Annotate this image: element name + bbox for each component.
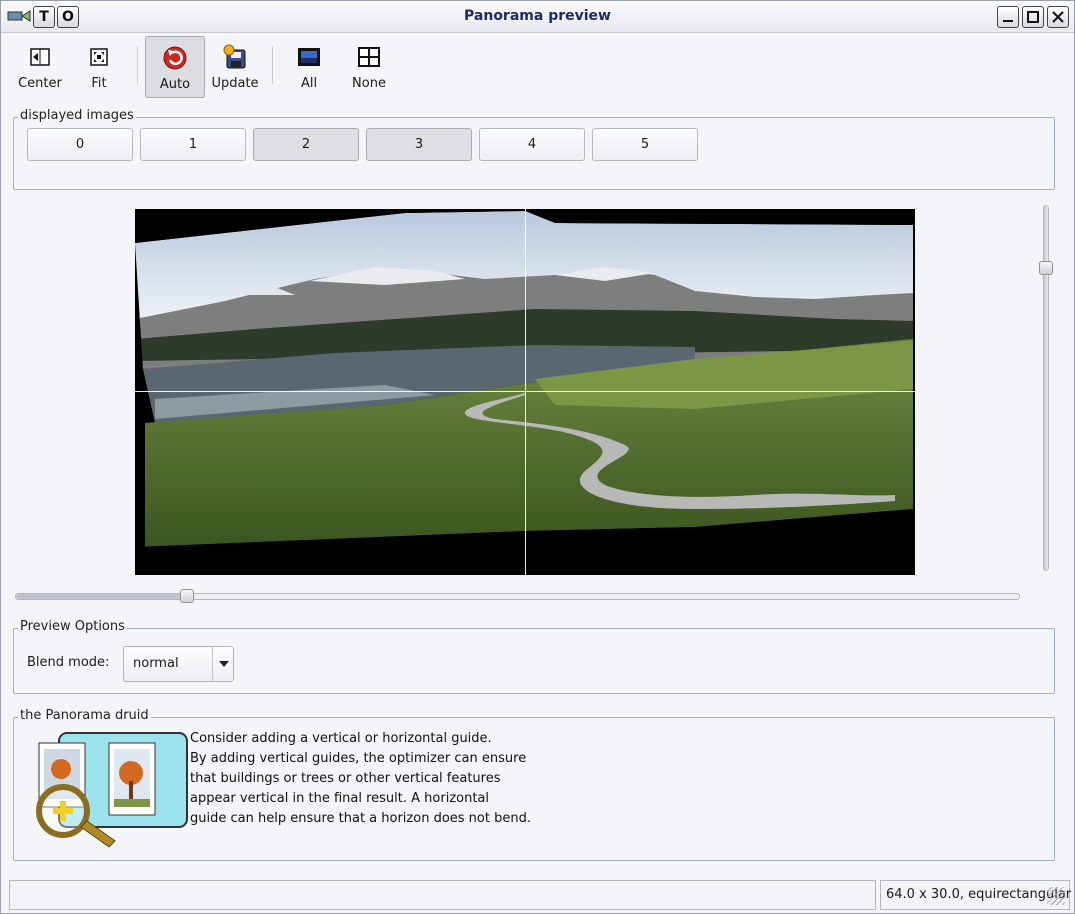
update-label: Update <box>211 76 259 91</box>
none-label: None <box>352 76 386 91</box>
horizontal-slider-handle[interactable] <box>180 589 194 603</box>
all-images-icon <box>298 48 320 66</box>
auto-refresh-icon <box>163 46 187 70</box>
druid-line: appear vertical in the final result. A h… <box>190 791 490 806</box>
auto-button[interactable]: Auto <box>145 36 205 98</box>
status-bar-left <box>9 880 876 910</box>
horizontal-slider-fill <box>16 594 187 599</box>
update-button[interactable]: Update <box>207 36 263 98</box>
fit-button[interactable]: Fit <box>73 36 125 98</box>
horizontal-slider[interactable] <box>15 589 1020 603</box>
druid-line: Consider adding a vertical or horizontal… <box>190 731 492 746</box>
toolbar-separator <box>272 46 273 84</box>
fit-icon <box>90 48 108 66</box>
druid-line: By adding vertical guides, the optimizer… <box>190 751 527 766</box>
blend-mode-value: normal <box>133 656 179 671</box>
maximize-icon <box>1027 11 1039 23</box>
horizontal-guide-line[interactable] <box>135 391 915 392</box>
vertical-slider-handle[interactable] <box>1039 261 1053 275</box>
status-bar-projection: 64.0 x 30.0, equirectangular <box>880 880 1072 910</box>
window-title: Panorama preview <box>464 8 611 24</box>
all-button[interactable]: All <box>283 36 335 98</box>
druid-line: that buildings or trees or other vertica… <box>190 771 501 786</box>
none-button[interactable]: None <box>341 36 397 98</box>
image-toggle-0[interactable]: 0 <box>27 128 133 161</box>
image-toggle-2[interactable]: 2 <box>253 128 359 161</box>
chevron-down-icon <box>219 661 229 667</box>
vertical-guide-line[interactable] <box>525 209 526 575</box>
all-label: All <box>300 76 318 91</box>
blend-mode-select[interactable]: normal <box>123 646 234 682</box>
maximize-button[interactable] <box>1022 6 1044 28</box>
close-button[interactable] <box>1047 6 1069 28</box>
update-save-icon <box>223 44 246 69</box>
blend-mode-label: Blend mode: <box>27 655 110 670</box>
image-toggle-3[interactable]: 3 <box>366 128 472 161</box>
toolbar-separator <box>137 46 138 84</box>
image-toggle-5[interactable]: 5 <box>592 128 698 161</box>
panorama-preview-window: T O Panorama preview Center Fit Auto Upd… <box>0 0 1075 914</box>
panorama-druid-title: the Panorama druid <box>18 708 151 723</box>
panorama-preview-canvas[interactable] <box>135 209 915 575</box>
image-toggle-1[interactable]: 1 <box>140 128 246 161</box>
druid-message: Consider adding a vertical or horizontal… <box>190 729 550 829</box>
fit-label: Fit <box>91 76 107 91</box>
title-bar: T O Panorama preview <box>1 1 1074 33</box>
resize-grip-icon[interactable] <box>1047 887 1065 905</box>
druid-guide-icon <box>36 732 188 848</box>
auto-label: Auto <box>159 77 191 92</box>
close-icon <box>1052 11 1064 23</box>
center-label: Center <box>18 76 62 91</box>
displayed-images-group: displayed images 0 1 2 3 4 5 <box>13 108 1055 190</box>
preview-options-title: Preview Options <box>18 619 127 634</box>
vertical-slider[interactable] <box>1039 205 1053 571</box>
minimize-button[interactable] <box>997 6 1019 28</box>
projection-info: 64.0 x 30.0, equirectangular <box>886 887 1072 902</box>
toolbar: Center Fit Auto Update All None <box>1 34 1074 100</box>
center-button[interactable]: Center <box>9 36 71 98</box>
displayed-images-title: displayed images <box>18 108 136 123</box>
none-images-icon <box>358 47 380 67</box>
druid-line: guide can help ensure that a horizon doe… <box>190 811 531 826</box>
center-icon <box>30 48 50 66</box>
minimize-icon <box>1003 20 1013 22</box>
image-toggle-4[interactable]: 4 <box>479 128 585 161</box>
select-divider <box>212 647 213 681</box>
